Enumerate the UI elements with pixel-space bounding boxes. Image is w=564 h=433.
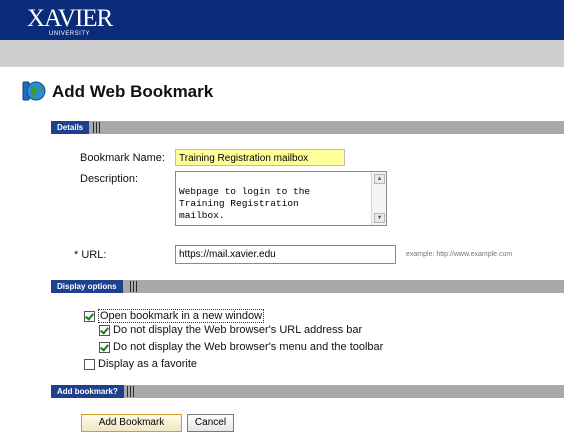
page-title: Add Web Bookmark [52,82,214,101]
details-section-label: Details [51,121,90,134]
hide-menu-toolbar-checkbox[interactable] [99,341,110,353]
open-new-window-option[interactable]: Open bookmark in a new window [84,309,265,323]
hide-menu-toolbar-label: Do not display the Web browser's menu an… [113,341,384,353]
hide-url-bar-option[interactable]: Do not display the Web browser's URL add… [99,324,362,336]
display-favorite-option[interactable]: Display as a favorite [84,358,197,370]
display-options-section-label: Display options [51,280,123,293]
scroll-down-icon[interactable]: ▼ [374,213,385,223]
description-textarea[interactable]: Webpage to login to the Training Registr… [175,171,387,226]
url-example-hint: example: http://www.example.com [406,251,513,258]
bookmark-name-input[interactable]: Training Registration mailbox [175,149,345,166]
xavier-logo[interactable]: XAVIER UNIVERSITY [27,5,113,38]
hide-menu-toolbar-option[interactable]: Do not display the Web browser's menu an… [99,341,383,353]
add-bookmark-section-label: Add bookmark? [51,385,124,398]
display-favorite-label: Display as a favorite [98,358,198,370]
globe-bookmark-icon [22,81,46,101]
navigation-bar [0,40,564,67]
bookmark-name-label: Bookmark Name: [80,152,165,164]
description-text: Webpage to login to the Training Registr… [179,186,311,221]
hide-url-bar-checkbox[interactable] [99,324,110,336]
cancel-button[interactable]: Cancel [187,414,234,432]
scroll-up-icon[interactable]: ▲ [374,174,385,184]
display-favorite-checkbox[interactable] [84,358,95,370]
open-new-window-checkbox[interactable] [84,310,95,322]
logo-subtext: UNIVERSITY [49,31,91,37]
section-stripes [93,122,101,133]
top-header-bar: XAVIER UNIVERSITY [0,0,564,40]
open-new-window-label: Open bookmark in a new window [98,309,265,323]
url-label: * URL: [74,249,107,261]
logo-text: XAVIER [27,5,113,32]
add-bookmark-button[interactable]: Add Bookmark [81,414,182,432]
details-section-header: Details [51,121,564,134]
hide-url-bar-label: Do not display the Web browser's URL add… [113,324,363,336]
description-label: Description: [80,173,139,185]
section-stripes [127,386,135,397]
url-input[interactable]: https://mail.xavier.edu [175,245,396,264]
description-scrollbar[interactable]: ▲ ▼ [371,172,386,225]
display-options-section-header: Display options [51,280,564,293]
add-bookmark-section-header: Add bookmark? [51,385,564,398]
section-stripes [130,281,138,292]
